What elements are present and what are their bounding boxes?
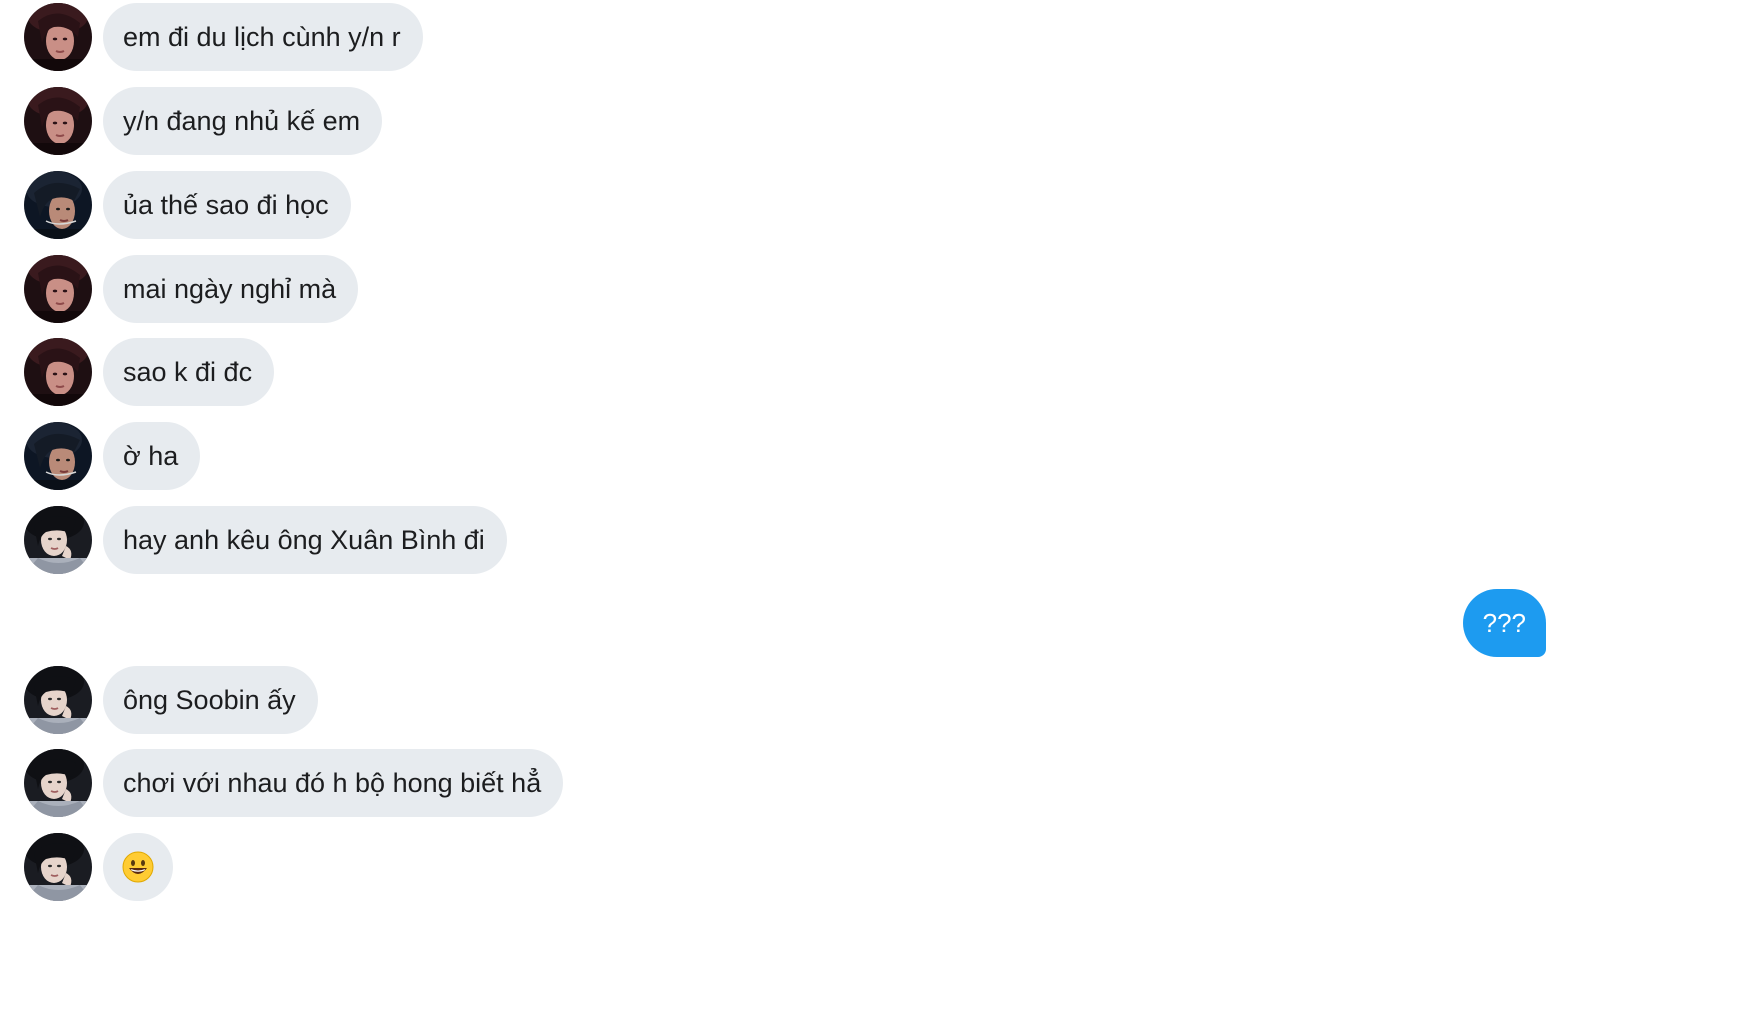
message-thread: em đi du lịch cùnh y/n r y/n đang nhủ kế… bbox=[0, 0, 1752, 1018]
avatar[interactable] bbox=[24, 506, 92, 574]
avatar[interactable] bbox=[24, 255, 92, 323]
message-bubble[interactable]: ủa thế sao đi học bbox=[103, 171, 351, 239]
message-bubble[interactable]: ông Soobin ấy bbox=[103, 666, 318, 734]
message-row-outgoing: ??? bbox=[0, 589, 1752, 657]
avatar[interactable] bbox=[24, 422, 92, 490]
message-bubble[interactable]: sao k đi đc bbox=[103, 338, 275, 406]
message-row: ờ ha bbox=[0, 422, 1752, 490]
message-bubble[interactable]: em đi du lịch cùnh y/n r bbox=[103, 3, 423, 71]
message-row: y/n đang nhủ kế em bbox=[0, 87, 1752, 155]
avatar[interactable] bbox=[24, 338, 92, 406]
message-row: ông Soobin ấy bbox=[0, 666, 1752, 734]
message-row bbox=[0, 833, 1752, 901]
avatar[interactable] bbox=[24, 666, 92, 734]
message-bubble[interactable]: y/n đang nhủ kế em bbox=[103, 87, 383, 155]
message-row: em đi du lịch cùnh y/n r bbox=[0, 3, 1752, 71]
avatar[interactable] bbox=[24, 3, 92, 71]
message-row: hay anh kêu ông Xuân Bình đi bbox=[0, 506, 1752, 574]
message-bubble[interactable]: mai ngày nghỉ mà bbox=[103, 255, 359, 323]
message-row: sao k đi đc bbox=[0, 338, 1752, 406]
message-bubble[interactable]: chơi với nhau đó h bộ hong biết hẳ bbox=[103, 749, 564, 817]
message-row: chơi với nhau đó h bộ hong biết hẳ bbox=[0, 749, 1752, 817]
message-bubble[interactable]: ờ ha bbox=[103, 422, 201, 490]
message-row: mai ngày nghỉ mà bbox=[0, 255, 1752, 323]
avatar[interactable] bbox=[24, 87, 92, 155]
avatar[interactable] bbox=[24, 749, 92, 817]
grinning-face-emoji bbox=[122, 851, 154, 883]
message-row: ủa thế sao đi học bbox=[0, 171, 1752, 239]
avatar[interactable] bbox=[24, 171, 92, 239]
message-bubble-outgoing[interactable]: ??? bbox=[1462, 589, 1546, 657]
message-bubble[interactable] bbox=[103, 833, 173, 901]
avatar[interactable] bbox=[24, 833, 92, 901]
message-bubble[interactable]: hay anh kêu ông Xuân Bình đi bbox=[103, 506, 507, 574]
